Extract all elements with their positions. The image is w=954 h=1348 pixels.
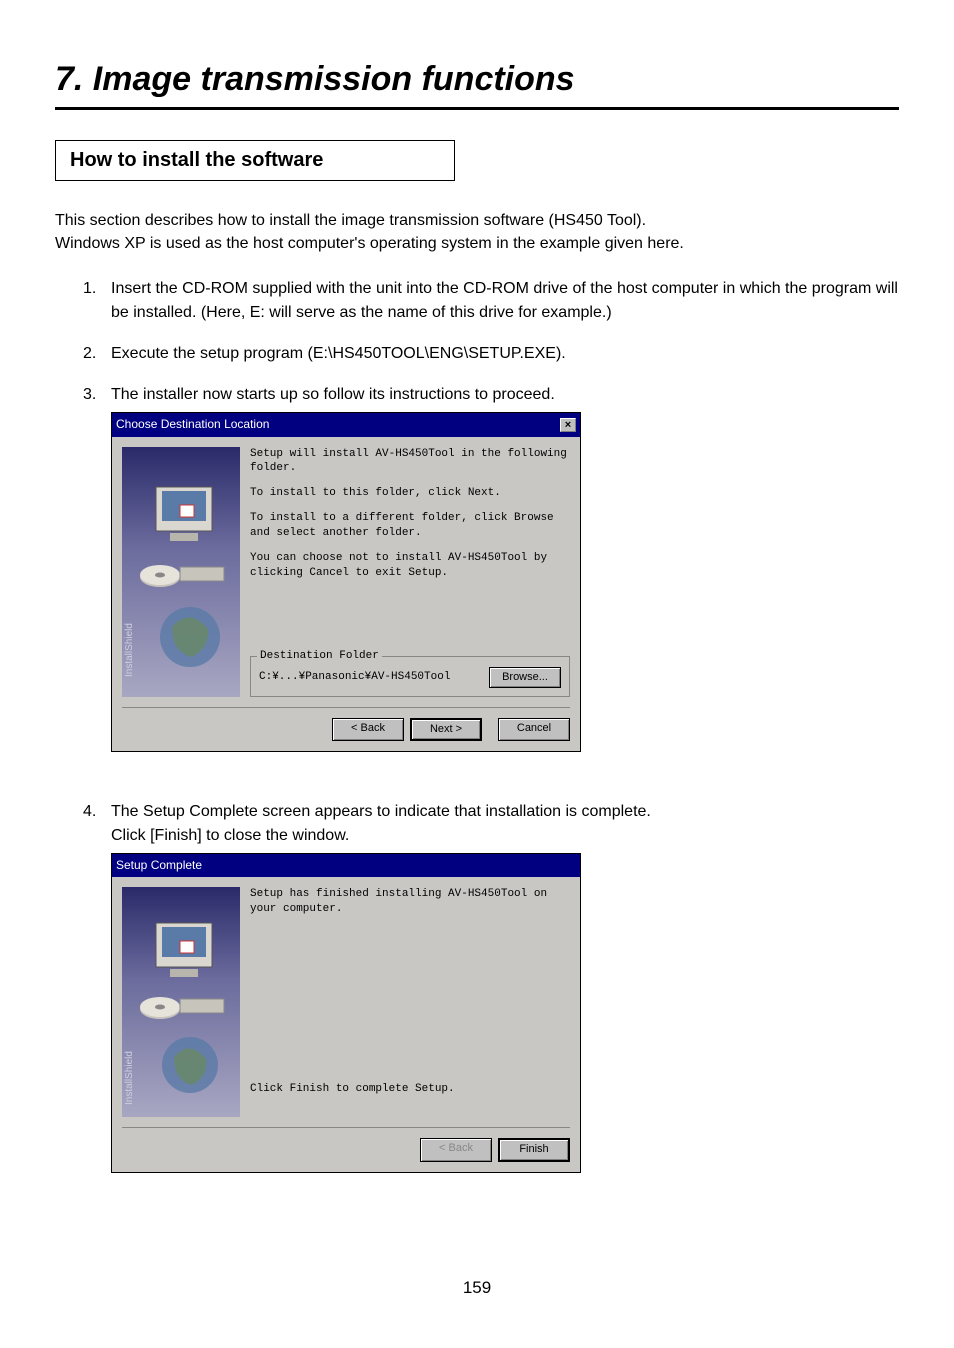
dialog-titlebar[interactable]: Choose Destination Location × [112,413,580,436]
step-2: 2. Execute the setup program (E:\HS450TO… [83,342,899,365]
step-1: 1. Insert the CD-ROM supplied with the u… [83,277,899,323]
step-3: 3. The installer now starts up so follow… [83,383,899,783]
chapter-title: 7. Image transmission functions [55,60,899,110]
installer-dialog-complete: Setup Complete [111,853,581,1173]
destination-folder-group: Destination Folder C:¥...¥Panasonic¥AV-H… [250,656,570,697]
back-button[interactable]: < Back [332,718,404,742]
cancel-button[interactable]: Cancel [498,718,570,742]
steps-list: 1. Insert the CD-ROM supplied with the u… [55,277,899,1203]
step-text: The installer now starts up so follow it… [111,386,555,403]
step-text: Execute the setup program (E:\HS450TOOL\… [111,342,899,365]
step-number: 3. [83,383,111,783]
dialog-titlebar[interactable]: Setup Complete [112,854,580,877]
dialog-text-2: To install to this folder, click Next. [250,486,570,501]
step-text: Insert the CD-ROM supplied with the unit… [111,277,899,323]
svg-text:InstallShield: InstallShield [124,623,135,677]
intro-text: This section describes how to install th… [55,209,899,255]
dialog-title: Choose Destination Location [116,416,269,433]
close-icon[interactable]: × [560,418,576,432]
dialog-text-4: You can choose not to install AV-HS450To… [250,551,570,581]
back-button: < Back [420,1138,492,1162]
step-4: 4. The Setup Complete screen appears to … [83,800,899,1203]
step-number: 4. [83,800,111,1203]
browse-button[interactable]: Browse... [489,667,561,688]
dialog-text-2: Click Finish to complete Setup. [250,1082,570,1097]
finish-button[interactable]: Finish [498,1138,570,1162]
dialog-text-1: Setup has finished installing AV-HS450To… [250,887,570,917]
dialog-title: Setup Complete [116,857,202,874]
section-title: How to install the software [55,140,455,181]
installer-dialog-destination: Choose Destination Location × [111,412,581,752]
dialog-text-1: Setup will install AV-HS450Tool in the f… [250,447,570,477]
intro-line1: This section describes how to install th… [55,212,646,229]
intro-line2: Windows XP is used as the host computer'… [55,235,684,252]
dialog-footer: < Back Next > Cancel [122,707,570,742]
step-number: 2. [83,342,111,365]
page-number: 159 [0,1278,954,1298]
step-text: The Setup Complete screen appears to ind… [111,803,651,843]
destination-legend: Destination Folder [257,649,382,664]
step-content: The installer now starts up so follow it… [111,383,899,783]
step-number: 1. [83,277,111,323]
step-content: The Setup Complete screen appears to ind… [111,800,899,1203]
installer-side-image: InstallShield [122,447,240,697]
installer-side-image: InstallShield [122,887,240,1117]
next-button[interactable]: Next > [410,718,482,742]
dialog-footer: < Back Finish [122,1127,570,1162]
destination-path: C:¥...¥Panasonic¥AV-HS450Tool [259,670,450,685]
svg-text:InstallShield: InstallShield [124,1051,135,1105]
dialog-text-3: To install to a different folder, click … [250,511,570,541]
